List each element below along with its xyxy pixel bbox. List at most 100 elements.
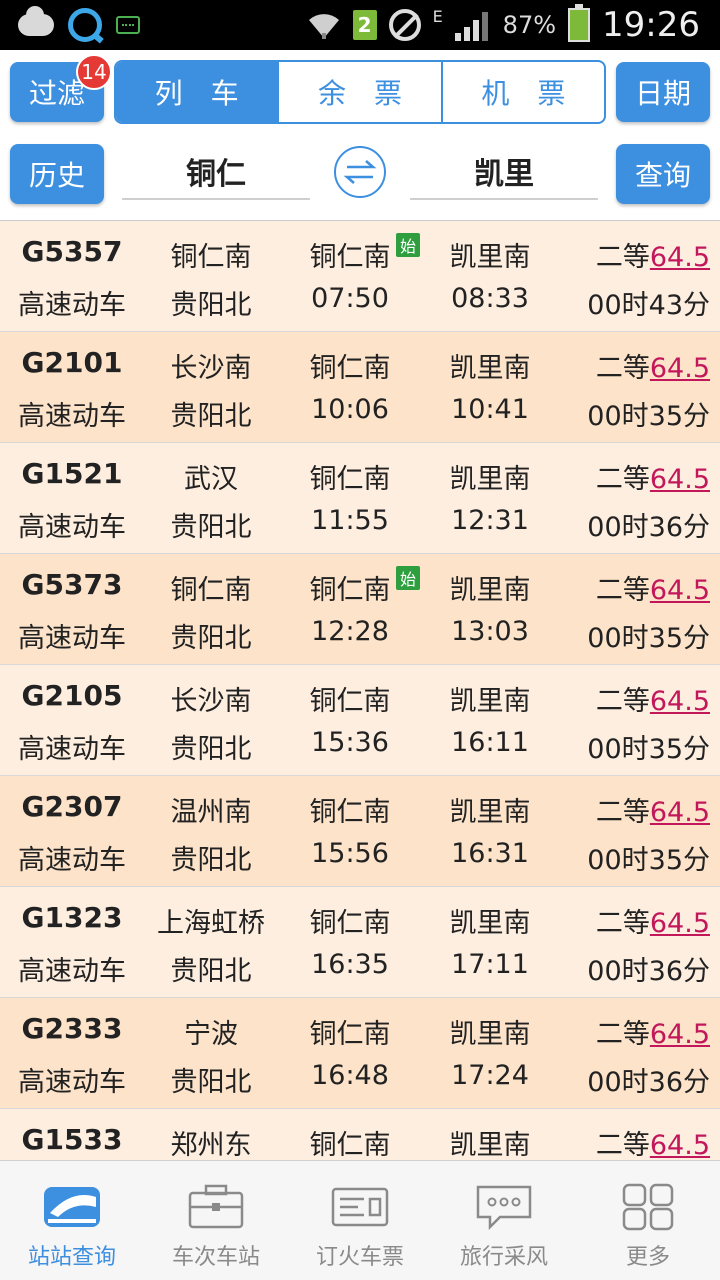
train-number: G1323 — [21, 901, 123, 934]
tab-trains[interactable]: 列车 — [116, 62, 278, 122]
train-type: 高速动车 — [18, 512, 126, 543]
train-type: 高速动车 — [18, 1067, 126, 1098]
arrival-station: 凯里南 — [449, 908, 531, 939]
seat-class: 二等 — [595, 575, 650, 606]
nav-label: 站站查询 — [27, 1245, 116, 1270]
seat-price: 二等64.5 — [560, 901, 710, 940]
ticket-price-link[interactable]: 64.5 — [650, 464, 710, 495]
train-row[interactable]: G2101 高速动车 长沙南 贵阳北 铜仁南 10:06 凯里南 10:41 00时35分 二等6… — [0, 332, 720, 443]
seat-class: 二等 — [595, 464, 650, 495]
chat-bubble-icon — [476, 1185, 532, 1231]
message-notification-icon — [116, 16, 140, 34]
departure-station: 铜仁南 — [309, 464, 391, 495]
bottom-nav: 站站查询 车次车站 订火车票 旅行采风 更多 — [0, 1160, 720, 1280]
departure-time: 15:36 — [311, 727, 389, 758]
swap-stations-button[interactable] — [334, 146, 386, 198]
ticket-price-link[interactable]: 64.5 — [650, 1130, 710, 1160]
ticket-price-link[interactable]: 64.5 — [650, 242, 710, 273]
terminus-station: 贵阳北 — [170, 1067, 252, 1098]
arrival-time: 10:41 — [451, 394, 529, 425]
train-row[interactable]: G5357 高速动车 铜仁南 贵阳北 铜仁南 07:50 凯里南 08:33 00时43分 二等6… — [0, 221, 720, 332]
departure-time: 16:35 — [311, 949, 389, 980]
history-button[interactable]: 历史 — [10, 144, 104, 204]
clock: 19:26 — [602, 5, 700, 45]
to-station-field[interactable]: 凯里 — [410, 144, 598, 200]
travel-duration: 00时35分 — [587, 845, 710, 876]
do-not-disturb-icon — [388, 9, 421, 41]
date-button[interactable]: 日期 — [616, 62, 710, 122]
ticket-price-link[interactable]: 64.5 — [650, 908, 710, 939]
departure-time: 10:06 — [311, 394, 389, 425]
ticket-price-link[interactable]: 64.5 — [650, 797, 710, 828]
terminus-station: 贵阳北 — [170, 401, 252, 432]
swap-arrows-icon — [343, 160, 377, 184]
train-number: G2307 — [21, 790, 123, 823]
train-type: 高速动车 — [18, 623, 126, 654]
train-row[interactable]: G2307 高速动车 温州南 贵阳北 铜仁南 15:56 凯里南 16:31 00时35分 二等6… — [0, 776, 720, 887]
travel-duration: 00时35分 — [587, 401, 710, 432]
seat-price: 二等64.5 — [560, 568, 710, 607]
wifi-icon — [308, 14, 339, 39]
nav-station-query[interactable]: 站站查询 — [0, 1161, 144, 1280]
origin-station: 宁波 — [184, 1019, 238, 1050]
departure-time: 16:48 — [311, 1060, 389, 1091]
train-number: G1521 — [21, 457, 123, 490]
status-bar: 2 E 87% 19:26 — [0, 0, 720, 50]
from-station-field[interactable]: 铜仁 — [122, 144, 310, 200]
nav-label: 订火车票 — [315, 1245, 404, 1270]
arrival-station: 凯里南 — [449, 242, 531, 273]
browser-app-icon — [68, 8, 102, 42]
arrival-time: 16:11 — [451, 727, 529, 758]
train-list[interactable]: G5357 高速动车 铜仁南 贵阳北 铜仁南 07:50 凯里南 08:33 00时43分 二等6… — [0, 220, 720, 1160]
terminus-station: 贵阳北 — [170, 956, 252, 987]
terminus-station: 贵阳北 — [170, 734, 252, 765]
train-number: G2101 — [21, 346, 123, 379]
train-row[interactable]: G5373 高速动车 铜仁南 贵阳北 铜仁南 12:28 凯里南 13:03 00时35分 二等6… — [0, 554, 720, 665]
train-number: G1533 — [21, 1123, 123, 1156]
ticket-price-link[interactable]: 64.5 — [650, 686, 710, 717]
train-type: 高速动车 — [18, 956, 126, 987]
seat-class: 二等 — [595, 686, 650, 717]
train-row[interactable]: G1521 高速动车 武汉 贵阳北 铜仁南 11:55 凯里南 12:31 00时36分 二等64… — [0, 443, 720, 554]
seat-class: 二等 — [595, 1019, 650, 1050]
grid-icon — [622, 1183, 674, 1231]
nav-train-station[interactable]: 车次车站 — [144, 1161, 288, 1280]
arrival-station: 凯里南 — [449, 464, 531, 495]
seat-price: 二等64.5 — [560, 1123, 710, 1160]
briefcase-icon — [188, 1184, 244, 1229]
nav-book-ticket[interactable]: 订火车票 — [288, 1161, 432, 1280]
travel-duration: 00时36分 — [587, 512, 710, 543]
battery-icon — [568, 4, 591, 42]
terminus-station: 贵阳北 — [170, 623, 252, 654]
network-type-label: E — [432, 6, 443, 26]
train-row[interactable]: G1533 郑州东 铜仁南 凯里南 二等64.5 — [0, 1109, 720, 1160]
query-button[interactable]: 查询 — [616, 144, 710, 204]
origin-station: 上海虹桥 — [157, 908, 265, 939]
train-row[interactable]: G2333 高速动车 宁波 贵阳北 铜仁南 16:48 凯里南 17:24 00时36分 二等64… — [0, 998, 720, 1109]
train-row[interactable]: G1323 高速动车 上海虹桥 贵阳北 铜仁南 16:35 凯里南 17:11 00时36分 二等… — [0, 887, 720, 998]
travel-duration: 00时36分 — [587, 956, 710, 987]
tab-flights[interactable]: 机票 — [440, 62, 604, 122]
arrival-station: 凯里南 — [449, 1130, 531, 1160]
terminus-station: 贵阳北 — [170, 290, 252, 321]
travel-duration: 00时36分 — [587, 1067, 710, 1098]
arrival-time: 08:33 — [451, 283, 529, 314]
nav-more[interactable]: 更多 — [576, 1161, 720, 1280]
ticket-price-link[interactable]: 64.5 — [650, 353, 710, 384]
nav-travel-notes[interactable]: 旅行采风 — [432, 1161, 576, 1280]
ticket-price-link[interactable]: 64.5 — [650, 575, 710, 606]
seat-price: 二等64.5 — [560, 457, 710, 496]
mode-tabs: 列车 余票 机票 — [114, 60, 606, 124]
departure-time: 11:55 — [311, 505, 389, 536]
signal-strength-icon — [454, 12, 488, 41]
ticket-price-link[interactable]: 64.5 — [650, 1019, 710, 1050]
seat-price: 二等64.5 — [560, 1012, 710, 1051]
filter-button[interactable]: 过滤 14 — [10, 54, 112, 122]
tab-remaining-tickets[interactable]: 余票 — [277, 62, 440, 122]
departure-time: 12:28 — [311, 616, 389, 647]
origin-start-badge: 始 — [396, 566, 420, 590]
origin-start-badge: 始 — [396, 233, 420, 257]
arrival-time: 17:11 — [451, 949, 529, 980]
train-row[interactable]: G2105 高速动车 长沙南 贵阳北 铜仁南 15:36 凯里南 16:11 00时35分 二等6… — [0, 665, 720, 776]
filter-count-badge: 14 — [76, 54, 112, 90]
